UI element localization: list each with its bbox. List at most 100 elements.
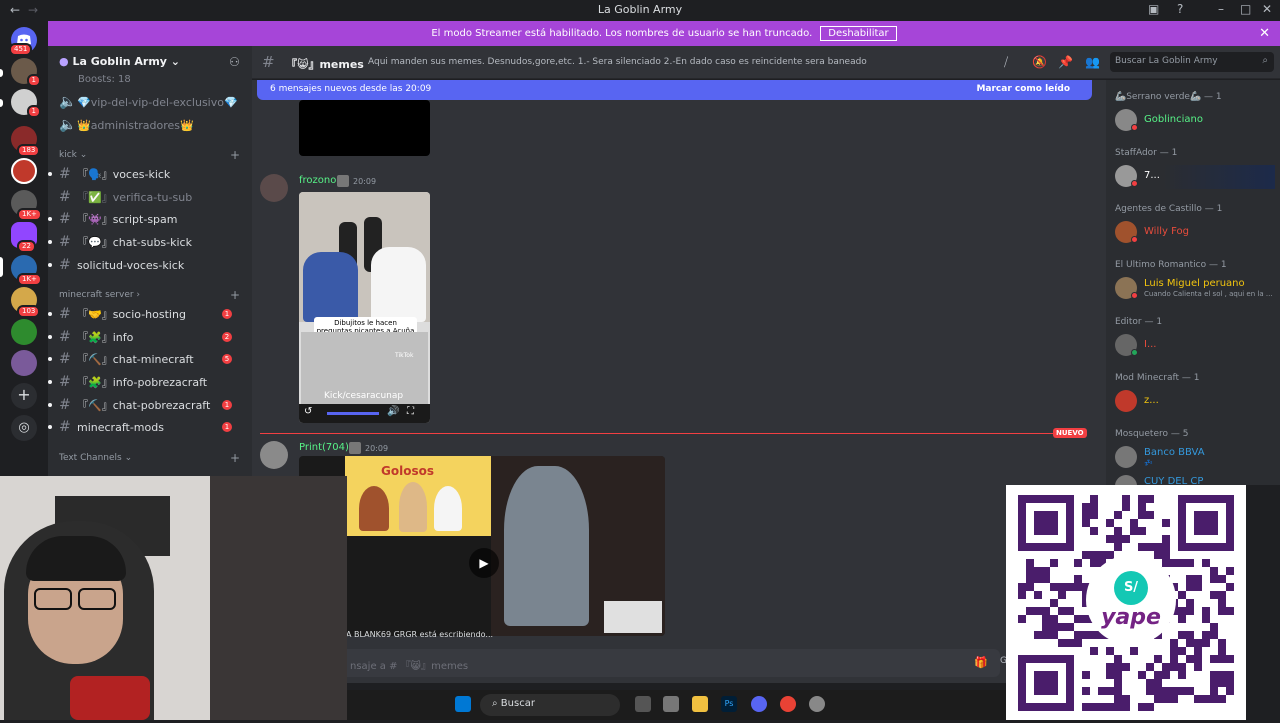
fullscreen-icon[interactable]: ⛶ — [407, 406, 414, 417]
windows-taskbar: ⌕ Buscar Ps — [347, 690, 1006, 720]
channel-item[interactable]: # 『🧩』info-pobrezacraft — [48, 372, 245, 392]
chrome-icon[interactable] — [780, 696, 796, 712]
category-minecraft-server[interactable]: minecraft server › + — [59, 288, 240, 302]
banner-message: El modo Streamer está habilitado. Los no… — [431, 28, 813, 39]
windows-start-icon[interactable] — [455, 696, 471, 712]
message-author[interactable]: Print(704) — [299, 442, 349, 453]
member-item[interactable]: 7... — [1115, 165, 1275, 189]
member-name: z... — [1144, 395, 1159, 406]
taskbar-search[interactable]: ⌕ Buscar — [480, 694, 620, 716]
channel-item[interactable]: # 『🗣️』voces-kick — [48, 164, 245, 184]
play-icon[interactable]: ▶ — [469, 548, 499, 578]
gift-icon[interactable]: 🎁 — [974, 656, 988, 669]
add-channel-icon[interactable]: + — [230, 288, 240, 302]
close-icon[interactable]: ✕ — [1259, 26, 1270, 41]
maximize-icon[interactable]: □ — [1240, 2, 1251, 16]
message-input[interactable]: nsaje a # 『😸』memes 🎁 GIF — [260, 649, 1015, 677]
file-explorer-icon[interactable] — [692, 696, 708, 712]
server-icon[interactable]: 103 — [11, 287, 41, 318]
discord-icon[interactable] — [751, 696, 767, 712]
help-icon[interactable]: ? — [1177, 2, 1183, 16]
channel-item[interactable]: # 『👾』script-spam — [48, 209, 245, 229]
channel-item[interactable]: # minecraft-mods 1 — [48, 417, 245, 437]
add-server-icon[interactable]: + — [11, 383, 37, 409]
yape-qr-code: S/ yape — [1006, 485, 1246, 720]
message-author[interactable]: frozono — [299, 175, 336, 186]
channel-item[interactable]: # 『⛏️』chat-minecraft 5 — [48, 349, 245, 369]
channel-item[interactable]: # 『✅』verifica-tu-sub — [59, 187, 245, 207]
disable-streamer-button[interactable]: Deshabilitar — [820, 26, 897, 41]
channel-topic[interactable]: Aqui manden sus memes. Desnudos,gore,etc… — [368, 57, 867, 67]
unread-badge: 2 — [222, 332, 232, 342]
invite-people-icon[interactable]: ⚇ — [229, 55, 240, 69]
member-item[interactable]: CUY DEL CP — [1115, 475, 1275, 485]
new-messages-bar[interactable]: 6 mensajes nuevos desde las 20:09 Marcar… — [257, 80, 1092, 100]
member-item[interactable]: Banco BBVA 💤 — [1115, 446, 1275, 470]
unread-badge: 5 — [222, 354, 232, 364]
task-view-icon[interactable] — [635, 696, 651, 712]
server-icon[interactable]: 1 — [11, 89, 41, 118]
video-attachment[interactable] — [299, 100, 430, 156]
pin-icon[interactable]: 📌 — [1058, 55, 1073, 69]
server-icon[interactable] — [11, 158, 37, 184]
avatar — [1115, 475, 1137, 485]
member-name: Banco BBVA — [1144, 447, 1205, 458]
speaker-icon: 🔈 — [59, 117, 77, 133]
channel-item[interactable]: # 『🤝』socio-hosting 1 — [48, 304, 245, 324]
member-item[interactable]: z... — [1115, 390, 1275, 414]
app-icon[interactable] — [663, 696, 679, 712]
video-attachment[interactable]: Dibujitos le hacen preguntas picantes a … — [299, 192, 430, 423]
webcam-overlay — [0, 476, 347, 720]
channel-item[interactable]: # 『🧩』info 2 — [48, 327, 245, 347]
explore-compass-icon[interactable]: ◎ — [11, 415, 37, 441]
new-label: NUEVO — [1053, 428, 1087, 438]
app-icon[interactable] — [809, 696, 825, 712]
avatar — [1115, 446, 1137, 468]
channel-item[interactable]: # 『⛏️』chat-pobrezacraft 1 — [48, 395, 245, 415]
category-text-channels[interactable]: Text Channels ⌄ + — [59, 451, 240, 465]
member-status-text: 💤 — [1144, 459, 1153, 467]
title-bar: ← → La Goblin Army ▣ ? – □ ✕ — [0, 0, 1280, 21]
avatar[interactable] — [260, 441, 288, 469]
boosts-count: Boosts: 18 — [78, 74, 131, 85]
server-icon[interactable]: 1K+ — [11, 255, 42, 286]
role-header: Agentes de Castillo — 1 — [1115, 204, 1223, 214]
server-name[interactable]: ● La Goblin Army ⌄ — [59, 55, 180, 68]
volume-icon[interactable]: 🔊 — [387, 406, 399, 417]
minimize-icon[interactable]: – — [1218, 2, 1224, 16]
server-icon[interactable]: 1 — [11, 58, 41, 87]
close-window-icon[interactable]: ✕ — [1262, 2, 1272, 16]
video-attachment[interactable]: Golosos ▶ — [299, 456, 665, 636]
inbox-icon[interactable]: ▣ — [1148, 2, 1159, 16]
add-channel-icon[interactable]: + — [230, 451, 240, 465]
member-item[interactable]: Willy Fog — [1115, 221, 1275, 245]
server-icon[interactable]: 183 — [11, 126, 41, 157]
channel-item[interactable]: # solicitud-voces-kick — [48, 255, 245, 275]
window-title: La Goblin Army — [597, 3, 683, 16]
avatar[interactable] — [260, 174, 288, 202]
channel-item[interactable]: 🔈 💎vip-del-vip-del-exclusivo💎 — [59, 92, 245, 112]
server-icon[interactable]: 1K+ — [11, 190, 42, 221]
search-input[interactable]: Buscar La Goblin Army ⌕ — [1110, 52, 1274, 72]
add-channel-icon[interactable]: + — [230, 148, 240, 162]
server-badge: 1K+ — [17, 273, 42, 286]
member-list-icon[interactable]: 👥 — [1085, 55, 1100, 69]
channel-item[interactable]: 🔈 👑administradores👑 — [59, 115, 245, 135]
server-icon[interactable] — [11, 319, 37, 345]
replay-icon[interactable]: ↺ — [304, 406, 312, 417]
notification-bell-icon[interactable]: 🔕 — [1032, 55, 1047, 69]
channel-item[interactable]: # 『💬』chat-subs-kick — [48, 232, 245, 252]
avatar — [1115, 390, 1137, 412]
threads-icon[interactable]: ⧸ — [1004, 55, 1008, 70]
member-name: Luis Miguel peruano — [1144, 278, 1245, 289]
member-item[interactable]: I... — [1115, 334, 1275, 358]
twitch-server-icon[interactable]: 22 — [11, 222, 37, 253]
home-discord-icon[interactable]: 451 — [9, 27, 37, 56]
member-item[interactable]: Goblinciano — [1115, 109, 1275, 133]
photoshop-icon[interactable]: Ps — [721, 696, 737, 712]
mark-as-read-button[interactable]: Marcar como leído — [976, 84, 1070, 94]
member-item[interactable]: Luis Miguel peruano Cuando Calienta el so… — [1115, 277, 1275, 301]
category-kick[interactable]: kick ⌄ + — [59, 148, 240, 162]
message-list: 6 mensajes nuevos desde las 20:09 Marcar… — [252, 80, 1106, 645]
server-icon[interactable] — [11, 350, 37, 376]
